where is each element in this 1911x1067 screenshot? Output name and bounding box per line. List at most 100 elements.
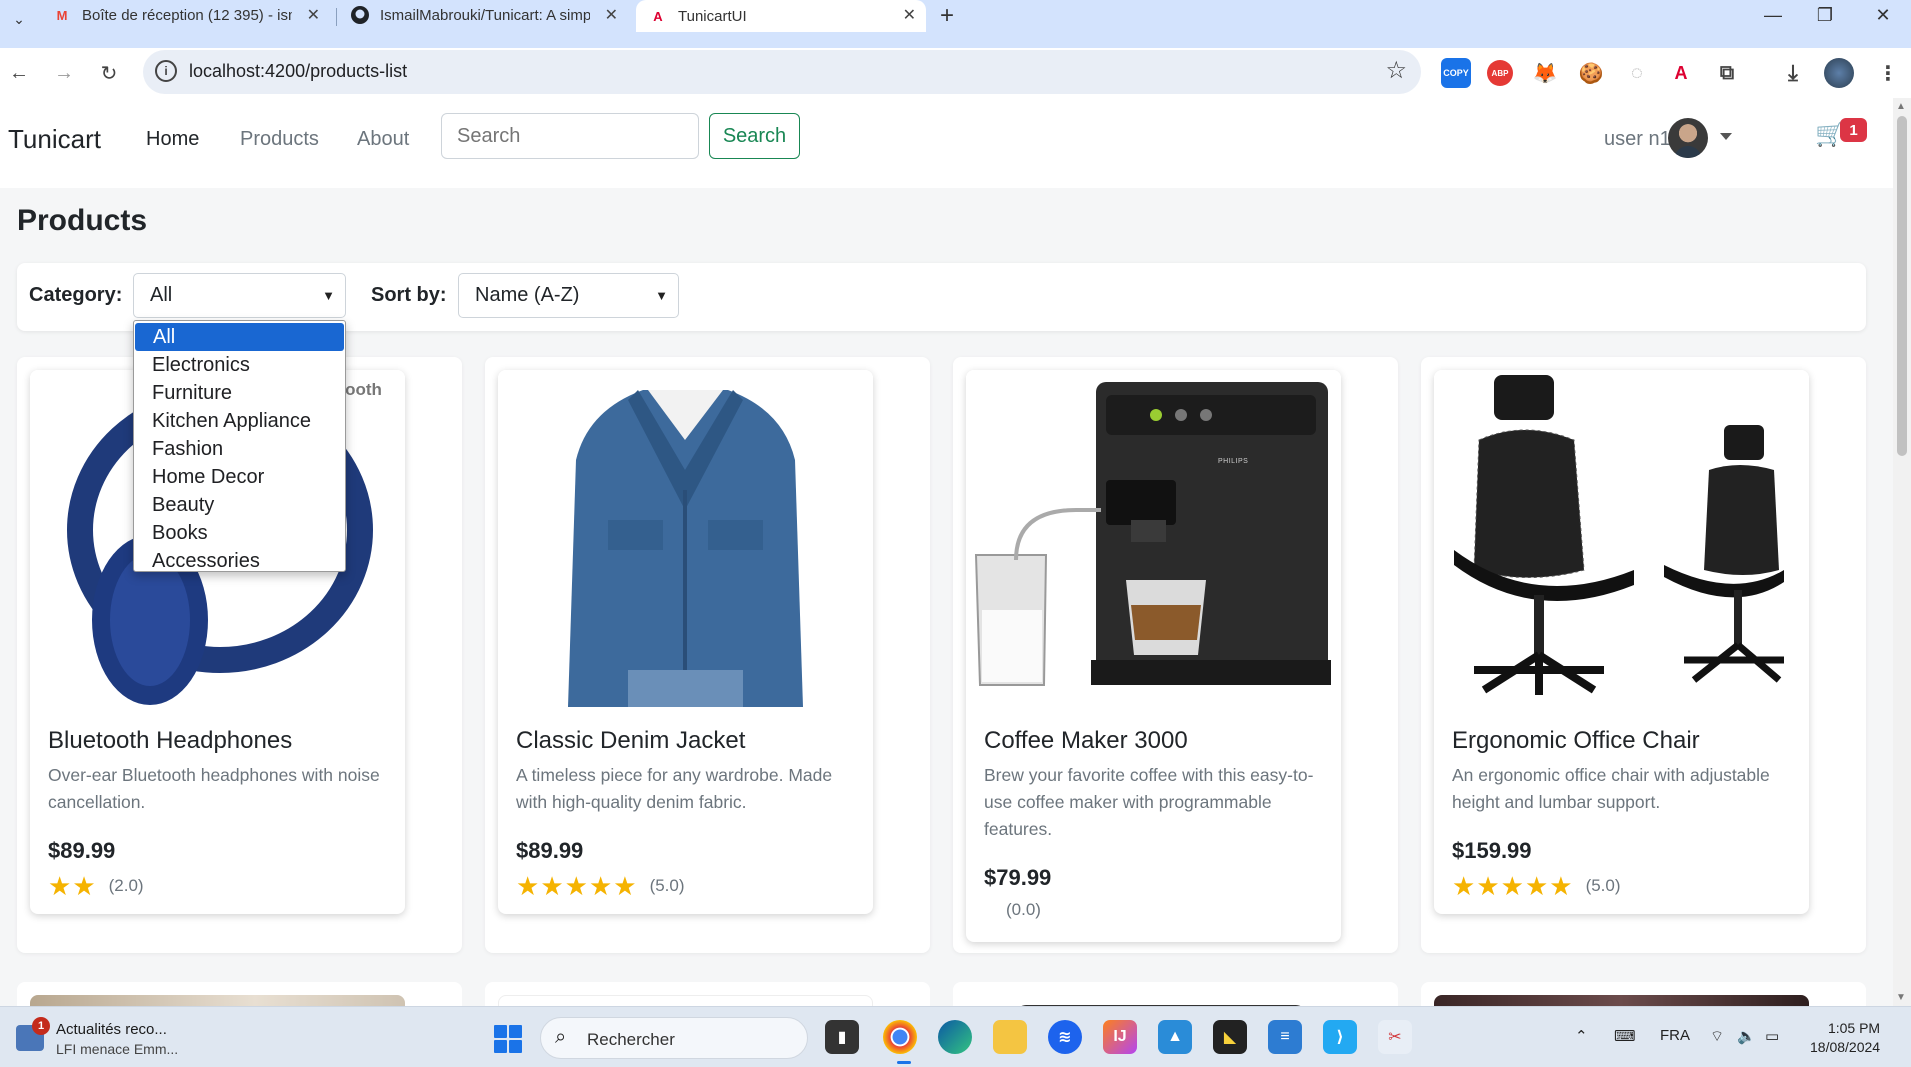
page-title: Products xyxy=(17,204,148,237)
site-info-icon[interactable]: i xyxy=(155,60,177,82)
edge-icon[interactable] xyxy=(938,1020,972,1054)
scroll-down-icon[interactable]: ▼ xyxy=(1896,992,1906,1003)
tab-github[interactable]: IsmailMabrouki/Tunicart: A simp ✕ xyxy=(338,0,628,30)
product-card[interactable]: Ergonomic Office Chair An ergonomic offi… xyxy=(1434,370,1809,914)
news-widget-subtitle[interactable]: LFI menace Emm... xyxy=(56,1041,178,1057)
close-icon[interactable]: ✕ xyxy=(307,5,320,25)
extension-circle-icon[interactable]: ◌ xyxy=(1622,58,1652,88)
star-icon: ★ xyxy=(613,871,637,901)
user-name[interactable]: user n1 xyxy=(1604,128,1671,151)
system-clock[interactable]: 1:05 PM 18/08/2024 xyxy=(1810,1019,1880,1057)
intellij-icon[interactable]: IJ xyxy=(1103,1020,1137,1054)
product-image[interactable] xyxy=(1434,995,1809,1006)
dropdown-option[interactable]: Electronics xyxy=(134,351,345,379)
brand-logo[interactable]: Tunicart xyxy=(8,124,101,155)
sort-select[interactable]: Name (A-Z) ▼ xyxy=(458,273,679,318)
battery-icon[interactable]: ▭ xyxy=(1765,1027,1779,1045)
product-card[interactable]: Classic Denim Jacket A timeless piece fo… xyxy=(498,370,873,914)
docker-icon[interactable]: ≋ xyxy=(1048,1020,1082,1054)
browser-tab-bar: ⌄ M Boîte de réception (12 395) - ism ✕ … xyxy=(0,0,1911,48)
dropdown-option[interactable]: Furniture xyxy=(134,379,345,407)
address-bar[interactable]: i localhost:4200/products-list ☆ xyxy=(143,50,1421,94)
news-widget-title[interactable]: Actualités reco... xyxy=(56,1021,167,1038)
adblock-icon[interactable]: ABP xyxy=(1487,60,1513,86)
tab-gmail[interactable]: M Boîte de réception (12 395) - ism ✕ xyxy=(40,0,330,30)
extensions-puzzle-icon[interactable]: ⧉ xyxy=(1712,58,1742,88)
angular-devtools-icon[interactable]: A xyxy=(1666,58,1696,88)
product-image[interactable] xyxy=(966,995,1341,1006)
avatar[interactable] xyxy=(1668,118,1708,158)
product-image[interactable] xyxy=(498,995,873,1006)
category-select[interactable]: All ▼ xyxy=(133,273,346,318)
category-dropdown-list: All Electronics Furniture Kitchen Applia… xyxy=(133,320,346,572)
notepad-icon[interactable]: ≡ xyxy=(1268,1020,1302,1054)
copy-extension-icon[interactable]: COPY xyxy=(1441,58,1471,88)
dropdown-option[interactable]: Books xyxy=(134,519,345,547)
keyboard-icon[interactable]: ⌨ xyxy=(1614,1027,1636,1045)
chevron-down-icon[interactable] xyxy=(1720,133,1732,140)
dropdown-option[interactable]: Beauty xyxy=(134,491,345,519)
nav-link-home[interactable]: Home xyxy=(146,128,199,151)
product-description: A timeless piece for any wardrobe. Made … xyxy=(516,765,833,812)
profile-avatar-icon[interactable] xyxy=(1824,58,1854,88)
tab-tunicartui[interactable]: A TunicartUI ✕ xyxy=(636,0,926,32)
scroll-up-icon[interactable]: ▲ xyxy=(1896,101,1906,112)
product-image[interactable]: PHILIPS xyxy=(966,370,1341,707)
bookmark-star-icon[interactable]: ☆ xyxy=(1385,56,1407,85)
metamask-icon[interactable]: 🦊 xyxy=(1530,58,1560,88)
volume-icon[interactable]: 🔈 xyxy=(1737,1027,1756,1045)
chevron-up-icon[interactable]: ⌃ xyxy=(1575,1027,1588,1045)
url-text[interactable]: localhost:4200/products-list xyxy=(189,61,407,82)
dropdown-option[interactable]: Kitchen Appliance xyxy=(134,407,345,435)
task-view-icon[interactable]: ▮ xyxy=(825,1020,859,1054)
product-name[interactable]: Classic Denim Jacket xyxy=(516,727,745,755)
nav-link-products[interactable]: Products xyxy=(240,128,319,151)
product-image[interactable] xyxy=(498,370,873,707)
minimize-icon[interactable]: — xyxy=(1748,0,1798,30)
tab-search-icon[interactable]: ⌄ xyxy=(6,6,32,32)
dropdown-option[interactable]: Fashion xyxy=(134,435,345,463)
search-button[interactable]: Search xyxy=(709,113,800,159)
clock-time: 1:05 PM xyxy=(1827,1020,1881,1036)
page-scrollbar[interactable]: ▲ ▼ xyxy=(1893,98,1911,1006)
windows-start-icon[interactable] xyxy=(494,1025,522,1053)
reload-icon[interactable]: ↻ xyxy=(96,60,122,86)
browser-toolbar: ← → ↻ i localhost:4200/products-list ☆ C… xyxy=(0,48,1911,98)
scrollbar-thumb[interactable] xyxy=(1897,116,1907,456)
cookie-icon[interactable]: 🍪 xyxy=(1576,58,1606,88)
close-icon[interactable]: ✕ xyxy=(903,5,916,25)
snipping-tool-icon[interactable]: ✂ xyxy=(1378,1020,1412,1054)
nav-link-about[interactable]: About xyxy=(357,128,409,151)
star-icon: ★ xyxy=(1549,871,1573,901)
download-icon[interactable]: ⤓ xyxy=(1778,58,1808,88)
dropdown-option[interactable]: All xyxy=(135,323,344,351)
dropdown-option[interactable]: Home Decor xyxy=(134,463,345,491)
product-image[interactable] xyxy=(30,995,405,1006)
close-window-icon[interactable]: ✕ xyxy=(1858,0,1908,30)
back-icon[interactable]: ← xyxy=(6,60,32,86)
sticky-notes-icon[interactable]: ◣ xyxy=(1213,1020,1247,1054)
photos-icon[interactable]: ▲ xyxy=(1158,1020,1192,1054)
product-image[interactable] xyxy=(1434,370,1809,707)
search-input[interactable] xyxy=(441,113,699,159)
forward-icon[interactable]: → xyxy=(51,60,77,86)
language-indicator[interactable]: FRA xyxy=(1660,1027,1690,1044)
product-column xyxy=(17,982,462,1006)
menu-kebab-icon[interactable]: ⋮ xyxy=(1873,58,1903,88)
product-card[interactable]: PHILIPS Coffee Maker 3000 Brew your favo… xyxy=(966,370,1341,942)
restore-icon[interactable]: ❐ xyxy=(1800,0,1850,30)
taskbar-search[interactable]: ⌕ Rechercher xyxy=(540,1017,808,1059)
search-icon: ⌕ xyxy=(555,1026,567,1048)
vscode-icon[interactable]: ⟩ xyxy=(1323,1020,1357,1054)
file-explorer-icon[interactable] xyxy=(993,1020,1027,1054)
top-navbar: Tunicart Home Products About Search user… xyxy=(0,98,1893,188)
product-name[interactable]: Ergonomic Office Chair xyxy=(1452,727,1700,755)
wifi-icon[interactable]: ⌔ xyxy=(1710,1027,1724,1046)
new-tab-button[interactable]: + xyxy=(940,2,954,30)
product-name[interactable]: Bluetooth Headphones xyxy=(48,727,292,755)
chrome-icon[interactable] xyxy=(883,1020,917,1054)
dropdown-option[interactable]: Accessories xyxy=(134,547,345,575)
product-name[interactable]: Coffee Maker 3000 xyxy=(984,727,1188,755)
close-icon[interactable]: ✕ xyxy=(605,5,618,25)
notification-badge: 1 xyxy=(32,1017,50,1035)
